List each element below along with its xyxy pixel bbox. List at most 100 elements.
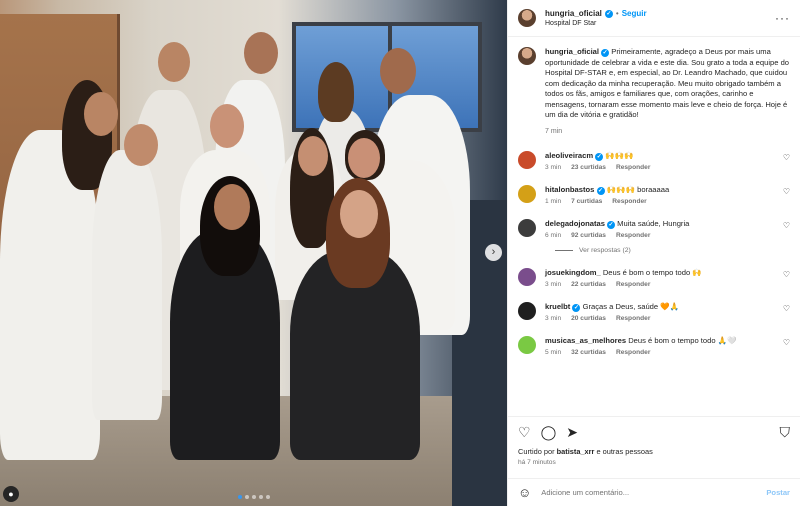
reply-button[interactable]: Responder [616,164,650,171]
comment-time: 3 min [545,164,562,171]
comment-input[interactable] [541,488,767,497]
comment-time: 3 min [545,281,562,288]
comment-item: kruelbt ✓ Graças a Deus, saúde 🧡🙏 3 min 20… [518,302,790,322]
verified-badge-icon: ✓ [572,304,581,312]
commenter-avatar[interactable] [518,219,536,237]
comment-text: Deus é bom o tempo todo 🙏🤍 [628,336,737,345]
comment-likes[interactable]: 22 curtidas [571,281,606,288]
reply-button[interactable]: Responder [616,315,650,322]
comment-username[interactable]: aleoliveiracm [545,151,593,160]
author-username[interactable]: hungria_oficial [545,9,602,18]
comment-username[interactable]: josuekingdom_ [545,268,601,277]
carousel-dot [259,495,263,499]
comment-time: 1 min [545,198,562,205]
post-header: hungria_oficial ✓ • Seguir Hospital DF S… [508,0,800,37]
post-location[interactable]: Hospital DF Star [545,20,775,27]
commenter-avatar[interactable] [518,336,536,354]
comment-text: 🙌🙌🙌 boraaaaa [606,185,670,194]
post-comment-button[interactable]: Postar [766,488,790,497]
comment-heart-icon[interactable]: ♡ [783,270,790,279]
post-caption: hungria_oficial ✓ Primeiramente, agradeç… [508,37,800,137]
comment-username[interactable]: kruelbt [545,302,570,311]
comment-heart-icon[interactable]: ♡ [783,221,790,230]
liked-by-user[interactable]: batista_xrr [557,447,595,456]
photo-head [340,190,378,238]
caption-time: 7 min [545,127,563,135]
reply-button[interactable]: Responder [616,232,650,239]
comment-likes[interactable]: 20 curtidas [571,315,606,322]
carousel-indicator [238,495,270,499]
caption-username[interactable]: hungria_oficial [545,47,599,56]
comment-likes[interactable]: 23 curtidas [571,164,606,171]
comment-time: 3 min [545,315,562,322]
comment-heart-icon[interactable]: ♡ [783,187,790,196]
comment-likes[interactable]: 32 curtidas [571,349,606,356]
comment-heart-icon[interactable]: ♡ [783,304,790,313]
photo-head [84,92,118,136]
view-replies-label: Ver respostas (2) [579,247,631,254]
carousel-dot [266,495,270,499]
post-age: há 7 minutos [518,459,556,466]
verified-badge-icon: ✓ [604,9,613,18]
user-icon: ● [8,489,14,499]
comment-item: musicas_as_melhores Deus é bom o tempo t… [518,336,790,356]
liked-by-prefix: Curtido por [518,447,557,456]
more-options-icon[interactable]: ··· [775,11,790,25]
commenter-avatar[interactable] [518,151,536,169]
reply-button[interactable]: Responder [616,281,650,288]
bookmark-icon[interactable]: ⛉ [780,425,791,439]
photo-head [244,32,278,74]
comment-item: hitalonbastos ✓ 🙌🙌🙌 boraaaaa 1 min 7 curti… [518,185,790,205]
replies-divider [555,250,573,251]
comment-text: Graças a Deus, saúde 🧡🙏 [582,302,680,311]
liked-by: Curtido por batista_xrr e outras pessoas [518,447,790,456]
photo-hair [318,62,354,122]
comment-username[interactable]: delegadojonatas [545,219,605,228]
reply-button[interactable]: Responder [612,198,646,205]
tagged-users-button[interactable]: ● [3,486,19,502]
caption-text: Primeiramente, agradeço a Deus por mais … [545,47,790,119]
comment-likes[interactable]: 7 curtidas [571,198,602,205]
share-icon[interactable]: ➤ [566,425,578,439]
photo-head [210,104,244,148]
comment-icon[interactable]: ◯ [541,425,557,439]
commenter-avatar[interactable] [518,302,536,320]
view-replies-button[interactable]: Ver respostas (2) [555,247,790,254]
verified-badge-icon: ✓ [607,221,616,229]
comment-likes[interactable]: 92 curtidas [571,232,606,239]
emoji-icon[interactable]: ☺ [518,485,531,500]
photo-head [158,42,190,82]
comment-time: 6 min [545,232,562,239]
comment-item: josuekingdom_ Deus é bom o tempo todo 🙌 3… [518,268,790,288]
photo-head [298,136,328,176]
author-avatar[interactable] [518,9,536,27]
verified-badge-icon: ✓ [595,153,604,161]
comment-username[interactable]: musicas_as_melhores [545,336,626,345]
comment-text: 🙌🙌🙌 [605,151,634,160]
comment-username[interactable]: hitalonbastos [545,185,594,194]
header-separator: • [615,9,619,18]
verified-badge-icon: ✓ [601,49,610,57]
caption-avatar[interactable] [518,47,536,65]
liked-by-suffix[interactable]: e outras pessoas [594,447,652,456]
carousel-next-button[interactable]: › [485,244,502,261]
post-photo[interactable]: › ● [0,0,507,506]
post-side-panel: hungria_oficial ✓ • Seguir Hospital DF S… [507,0,800,506]
reply-button[interactable]: Responder [616,349,650,356]
comment-text: Muita saúde, Hungria [617,219,690,228]
carousel-dot [252,495,256,499]
commenter-avatar[interactable] [518,185,536,203]
comment-list: aleoliveiracm ✓ 🙌🙌🙌 3 min 23 curtidas Respo… [508,151,800,356]
comment-item: aleoliveiracm ✓ 🙌🙌🙌 3 min 23 curtidas Respo… [518,151,790,171]
comment-heart-icon[interactable]: ♡ [783,338,790,347]
follow-button[interactable]: Seguir [622,9,647,18]
heart-icon[interactable]: ♡ [518,425,531,439]
photo-head [348,138,380,178]
carousel-dot [238,495,242,499]
post-actions: ♡ ◯ ➤ ⛉ Curtido por batista_xrr e outras… [508,416,800,466]
commenter-avatar[interactable] [518,268,536,286]
comment-heart-icon[interactable]: ♡ [783,153,790,162]
comment-text: Deus é bom o tempo todo 🙌 [602,268,702,277]
comment-item: delegadojonatas ✓ Muita saúde, Hungria 6 … [518,219,790,239]
photo-head [214,184,250,230]
